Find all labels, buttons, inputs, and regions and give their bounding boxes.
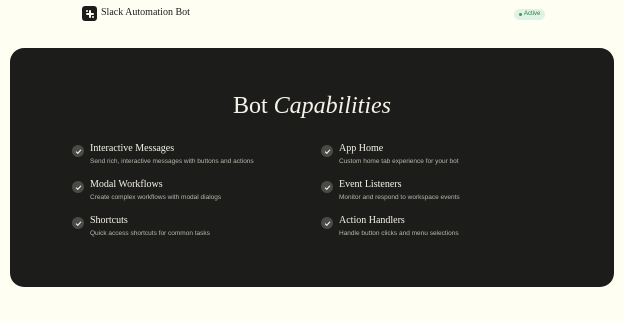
status-badge: Active [514,9,546,20]
feature-item: Interactive Messages Send rich, interact… [72,143,312,175]
feature-name: Event Listeners [339,179,402,190]
feature-name: Action Handlers [339,215,405,226]
status-dot-icon [519,13,522,16]
check-icon [72,217,84,229]
feature-description: Create complex workflows with modal dial… [90,194,222,201]
feature-description: Quick access shortcuts for common tasks [90,230,210,237]
check-icon [321,181,333,193]
feature-description: Monitor and respond to workspace events [339,194,460,201]
title-plain: Bot [232,93,268,119]
feature-item: Action Handlers Handle button clicks and… [321,215,561,247]
feature-description: Handle button clicks and menu selections [339,230,459,237]
check-icon [72,181,84,193]
feature-name: App Home [339,143,384,154]
feature-item: App Home Custom home tab experience for … [321,143,561,175]
check-icon [321,145,333,157]
status-label: Active [524,11,541,17]
feature-name: Shortcuts [90,215,128,226]
section-title: Bot Capabilities [10,93,614,120]
feature-item: Shortcuts Quick access shortcuts for com… [72,215,312,247]
feature-description: Custom home tab experience for your bot [339,158,459,165]
feature-name: Modal Workflows [90,179,163,190]
feature-name: Interactive Messages [90,143,175,154]
brand-name[interactable]: Slack Automation Bot [101,7,190,18]
feature-item: Event Listeners Monitor and respond to w… [321,179,561,211]
check-icon [321,217,333,229]
slack-logo-icon[interactable] [82,6,97,21]
top-header: Slack Automation Bot Active [0,0,624,28]
capabilities-panel: Bot Capabilities Interactive Messages Se… [10,48,614,287]
check-icon [72,145,84,157]
feature-description: Send rich, interactive messages with but… [90,158,254,165]
title-italic: Capabilities [273,93,392,119]
feature-item: Modal Workflows Create complex workflows… [72,179,312,211]
